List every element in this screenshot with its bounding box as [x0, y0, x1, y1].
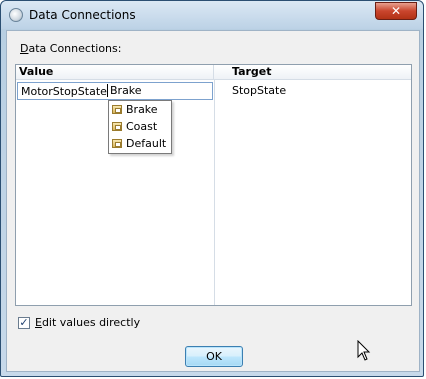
section-label: Data Connections: [20, 42, 122, 55]
ok-button[interactable]: OK [185, 346, 243, 367]
dropdown-item-coast[interactable]: Coast [111, 119, 169, 135]
column-header-value[interactable]: Value [16, 65, 214, 80]
close-button[interactable]: ✕ [375, 2, 417, 20]
value-cell-editor[interactable]: MotorStopState Brake [17, 82, 213, 100]
target-cell[interactable]: StopState [232, 84, 286, 97]
mouse-cursor-icon [357, 340, 371, 361]
enum-item-icon [112, 122, 122, 131]
enum-item-icon [112, 105, 122, 114]
checkmark-icon: ✓ [19, 316, 29, 329]
connections-grid[interactable]: Value Target MotorStopState Brake StopSt… [15, 64, 412, 306]
window-title: Data Connections [29, 8, 136, 22]
close-icon: ✕ [390, 4, 402, 18]
dialog-client-area: Data Connections: Value Target MotorStop… [6, 30, 420, 372]
column-header-target[interactable]: Target [214, 65, 411, 80]
enum-item-icon [112, 139, 122, 148]
app-icon [9, 8, 23, 22]
edit-values-label[interactable]: Edit values directly [35, 316, 140, 329]
edit-values-checkbox[interactable]: ✓ [18, 317, 30, 329]
column-divider [214, 80, 215, 305]
dropdown-item-default[interactable]: Default [111, 136, 169, 152]
value-name: MotorStopState [21, 85, 107, 98]
value-enum-input[interactable]: Brake [107, 84, 142, 97]
dialog-window: Data Connections ✕ Data Connections: Val… [0, 0, 424, 377]
dropdown-item-brake[interactable]: Brake [111, 102, 169, 118]
enum-dropdown-list[interactable]: Brake Coast Default [108, 100, 172, 154]
title-bar[interactable]: Data Connections ✕ [1, 1, 423, 29]
